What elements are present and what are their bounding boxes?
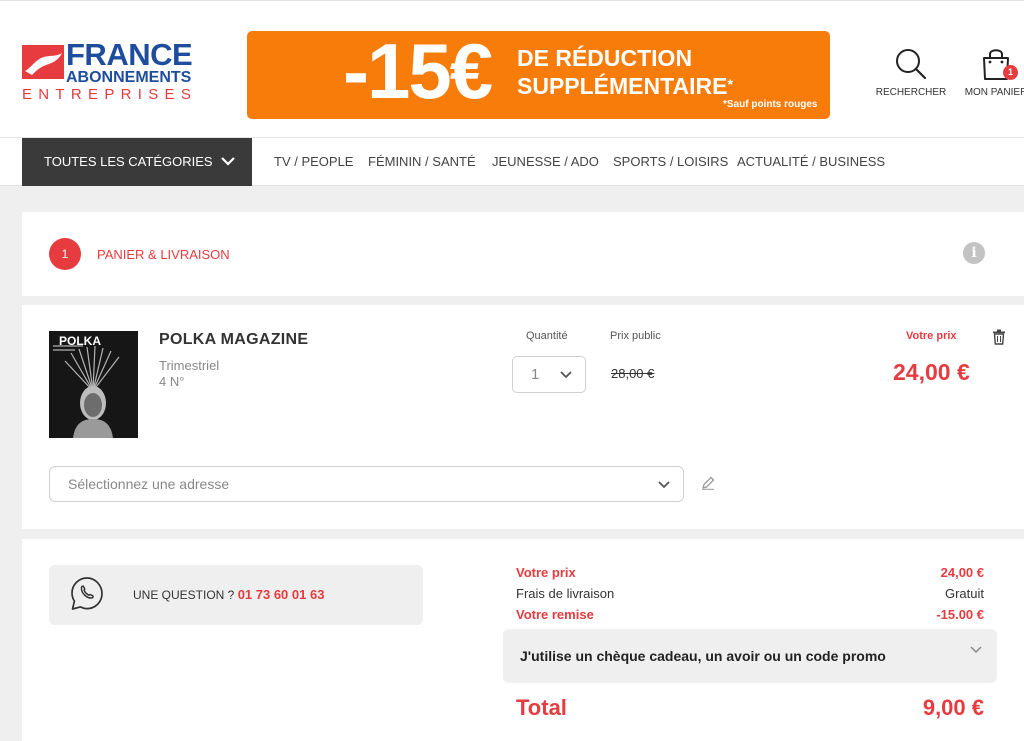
promo-asterisk: *	[727, 76, 733, 92]
quantity-select[interactable]: 1	[512, 356, 586, 393]
promo-amount: -15€	[343, 31, 493, 115]
promo-line2: SUPPLÉMENTAIRE*	[517, 73, 733, 99]
quantity-label: Quantité	[526, 330, 568, 342]
search-button[interactable]: RECHERCHER	[872, 47, 950, 98]
all-categories-label: TOUTES LES CATÉGORIES	[44, 154, 213, 169]
category-nav: TOUTES LES CATÉGORIES TV / PEOPLE FÉMINI…	[0, 138, 1024, 186]
logo-text-france: FRANCE	[66, 37, 193, 72]
chevron-down-icon	[221, 157, 235, 166]
checkout-step-card: 1 PANIER & LIVRAISON i	[22, 212, 1024, 296]
promo-line1: DE RÉDUCTION	[517, 45, 693, 71]
logo-text-entreprises: ENTREPRISES	[22, 86, 198, 103]
summary-row-discount: Votre remise -15.00 €	[516, 607, 984, 625]
cover-title: POLKA	[59, 334, 101, 348]
cart-count-badge: 1	[1003, 65, 1018, 80]
cart-item-card: POLKA POLKA MAGAZINE Trimestriel 4 N° Qu…	[22, 305, 1024, 529]
phone-number-link[interactable]: 01 73 60 01 63	[238, 587, 325, 602]
contact-question-box[interactable]: UNE QUESTION ? 01 73 60 01 63	[49, 565, 423, 625]
summary-row-label: Frais de livraison	[516, 586, 615, 601]
your-price-value: 24,00 €	[893, 359, 970, 385]
total-label: Total	[516, 695, 567, 720]
promo-banner[interactable]: -15€ DE RÉDUCTION SUPPLÉMENTAIRE* *Sauf …	[247, 31, 830, 119]
chevron-down-icon	[560, 371, 572, 379]
public-price-label: Prix public	[610, 330, 661, 342]
address-placeholder: Sélectionnez une adresse	[68, 476, 230, 492]
summary-row-value: 24,00 €	[940, 565, 984, 580]
cart-button[interactable]: 1 MON PANIER	[956, 47, 1024, 98]
chevron-down-icon	[658, 481, 670, 489]
product-name[interactable]: POLKA MAGAZINE	[159, 331, 308, 349]
search-icon	[896, 49, 927, 80]
logo-text-abonnements: ABONNEMENTS	[66, 69, 192, 86]
summary-row-your-price: Votre prix 24,00 €	[516, 565, 984, 583]
site-logo[interactable]: FRANCE ABONNEMENTS ENTREPRISES	[22, 37, 202, 105]
nav-item-feminin-sante[interactable]: FÉMININ / SANTÉ	[368, 138, 476, 186]
promo-code-accordion[interactable]: J'utilise un chèque cadeau, un avoir ou …	[503, 629, 997, 683]
nav-item-jeunesse-ado[interactable]: JEUNESSE / ADO	[492, 138, 599, 186]
order-summary-card: UNE QUESTION ? 01 73 60 01 63 Votre prix…	[22, 539, 1024, 741]
summary-row-value: -15.00 €	[936, 607, 984, 622]
promo-code-label: J'utilise un chèque cadeau, un avoir ou …	[520, 648, 886, 664]
nav-item-sports-loisirs[interactable]: SPORTS / LOISIRS	[613, 138, 728, 186]
promo-line2-text: SUPPLÉMENTAIRE	[517, 73, 728, 99]
chevron-down-icon	[970, 646, 982, 654]
search-label: RECHERCHER	[875, 87, 947, 98]
public-price-value: 28,00 €	[611, 366, 655, 381]
summary-row-delivery: Frais de livraison Gratuit	[516, 586, 984, 604]
all-categories-dropdown[interactable]: TOUTES LES CATÉGORIES	[22, 138, 252, 186]
step-number-badge: 1	[49, 238, 81, 270]
product-issue-count: 4 N°	[159, 374, 185, 389]
pencil-edit-icon[interactable]	[701, 476, 715, 490]
question-label: UNE QUESTION ?	[133, 588, 238, 602]
address-select[interactable]: Sélectionnez une adresse	[49, 466, 684, 502]
trash-icon[interactable]	[992, 329, 1006, 345]
nav-item-tv-people[interactable]: TV / PEOPLE	[274, 138, 353, 186]
total-value: 9,00 €	[922, 695, 984, 720]
summary-row-label: Votre remise	[516, 607, 594, 622]
bird-logo-icon	[22, 45, 64, 79]
summary-row-value: Gratuit	[944, 586, 984, 601]
nav-item-actualite-business[interactable]: ACTUALITÉ / BUSINESS	[737, 138, 885, 186]
product-frequency: Trimestriel	[159, 358, 220, 373]
your-price-label: Votre prix	[906, 330, 957, 342]
promo-note: *Sauf points rouges	[723, 99, 818, 110]
quantity-value: 1	[531, 366, 540, 383]
magazine-cover-image[interactable]: POLKA	[49, 331, 138, 438]
step-label: PANIER & LIVRAISON	[97, 247, 230, 262]
whatsapp-phone-icon	[71, 577, 103, 610]
summary-row-label: Votre prix	[516, 565, 576, 580]
site-header: FRANCE ABONNEMENTS ENTREPRISES -15€ DE R…	[0, 0, 1024, 138]
info-icon[interactable]: i	[963, 242, 985, 264]
cart-label: MON PANIER	[964, 87, 1024, 98]
question-text: UNE QUESTION ? 01 73 60 01 63	[133, 587, 324, 602]
